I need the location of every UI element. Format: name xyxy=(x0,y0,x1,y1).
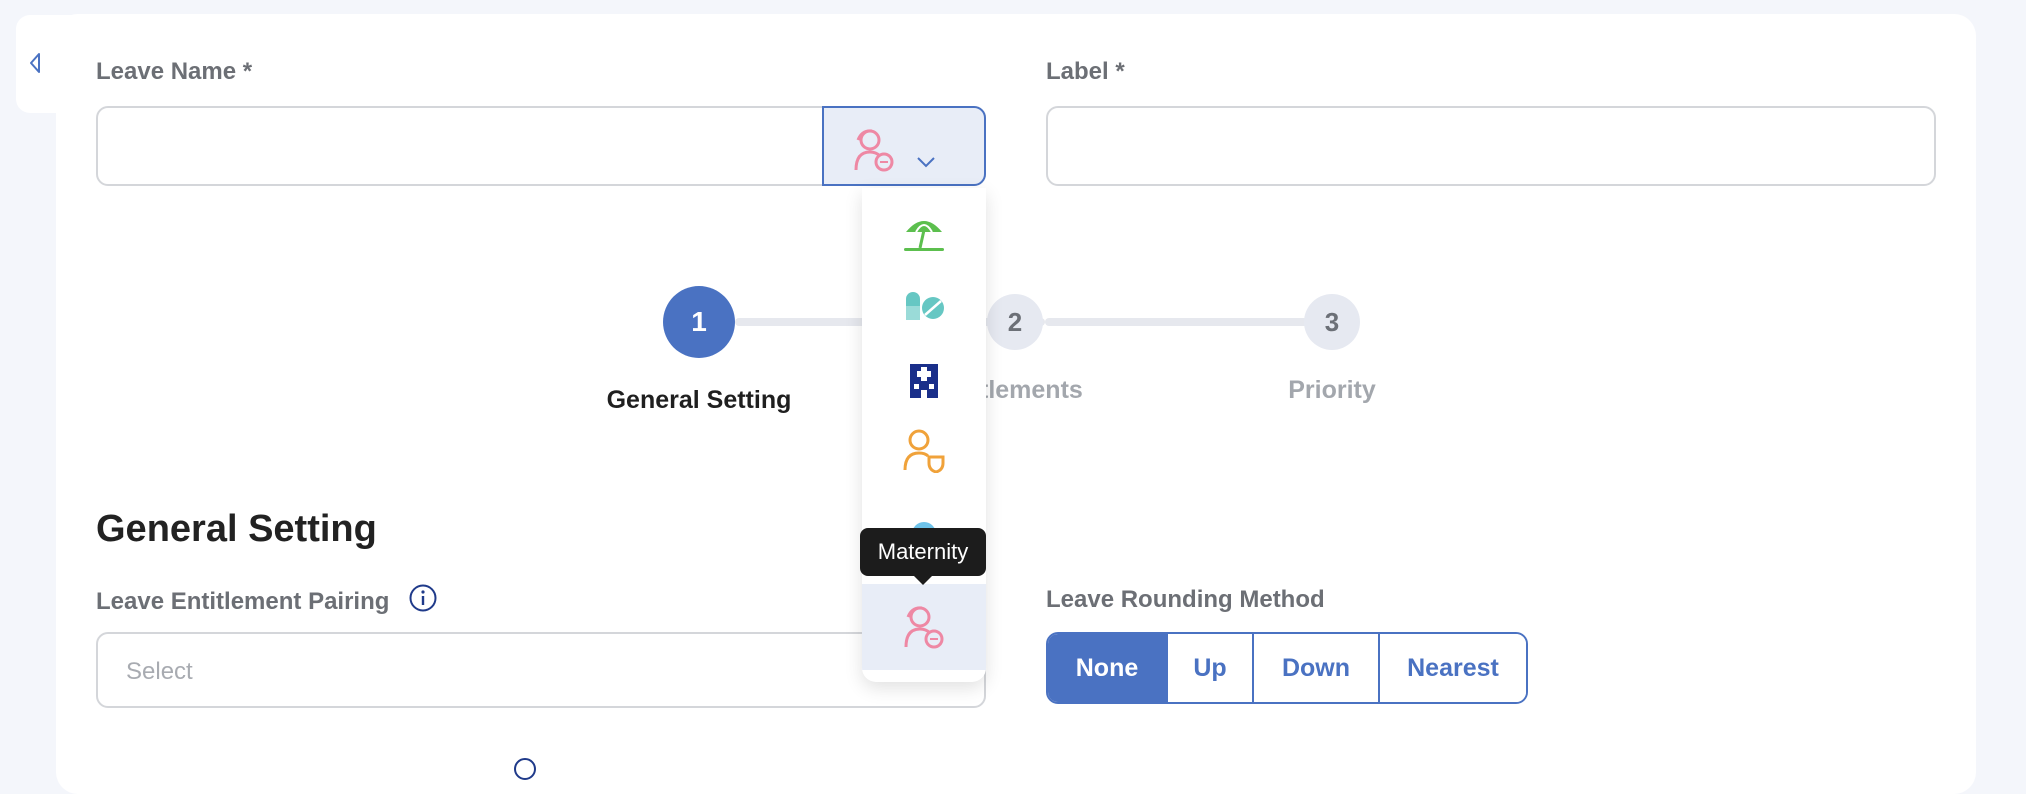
icon-picker-button[interactable] xyxy=(822,106,986,186)
caret-left-icon xyxy=(30,53,40,73)
person-shield-icon xyxy=(903,429,945,473)
icon-tooltip: Maternity xyxy=(860,528,986,585)
step-3-label: Priority xyxy=(1288,376,1376,404)
pills-icon xyxy=(906,292,944,320)
rounding-none-button[interactable]: None xyxy=(1048,634,1166,702)
icon-option-pills[interactable] xyxy=(862,270,986,342)
leave-name-label: Leave Name * xyxy=(96,58,252,86)
maternity-icon xyxy=(904,606,944,649)
back-button[interactable] xyxy=(22,50,48,76)
entitlement-pairing-label: Leave Entitlement Pairing xyxy=(96,588,390,615)
rounding-method-group: None Up Down Nearest xyxy=(1046,632,1528,704)
rounding-nearest-button[interactable]: Nearest xyxy=(1378,634,1526,702)
select-placeholder: Select xyxy=(126,658,193,685)
info-icon-partial[interactable] xyxy=(514,758,536,780)
step-1-circle[interactable]: 1 xyxy=(663,286,735,358)
icon-option-hospital[interactable] xyxy=(862,342,986,414)
step-1-number: 1 xyxy=(691,306,707,337)
step-3-number: 3 xyxy=(1324,306,1340,337)
step-1-label: General Setting xyxy=(606,386,792,414)
hospital-icon xyxy=(910,364,938,398)
required-mark: * xyxy=(242,58,253,85)
section-title: General Setting xyxy=(96,508,377,550)
icon-dropdown xyxy=(862,188,986,682)
rounding-up-button[interactable]: Up xyxy=(1166,634,1252,702)
step-connector-2 xyxy=(1045,318,1335,326)
label-field-label: Label * xyxy=(1046,58,1125,86)
label-input[interactable] xyxy=(1046,106,1936,186)
leave-name-label-text: Leave Name xyxy=(96,58,237,85)
chevron-down-icon xyxy=(917,157,935,168)
entitlement-pairing-select[interactable]: Select xyxy=(96,632,986,708)
beach-umbrella-icon xyxy=(904,221,944,251)
step-2-circle[interactable]: 2 xyxy=(987,294,1043,350)
label-field-label-text: Label xyxy=(1046,58,1109,85)
required-mark: * xyxy=(1115,58,1125,85)
step-3-circle[interactable]: 3 xyxy=(1304,294,1360,350)
icon-option-person-shield[interactable] xyxy=(862,414,986,486)
icon-option-maternity[interactable] xyxy=(862,584,986,670)
rounding-method-label: Leave Rounding Method xyxy=(1046,586,1325,613)
rounding-down-button[interactable]: Down xyxy=(1252,634,1378,702)
icon-option-beach[interactable] xyxy=(862,198,986,270)
maternity-icon xyxy=(854,129,894,172)
step-2-label: tlements xyxy=(980,376,1083,404)
info-icon[interactable] xyxy=(408,583,438,613)
step-2-number: 2 xyxy=(1007,306,1023,337)
